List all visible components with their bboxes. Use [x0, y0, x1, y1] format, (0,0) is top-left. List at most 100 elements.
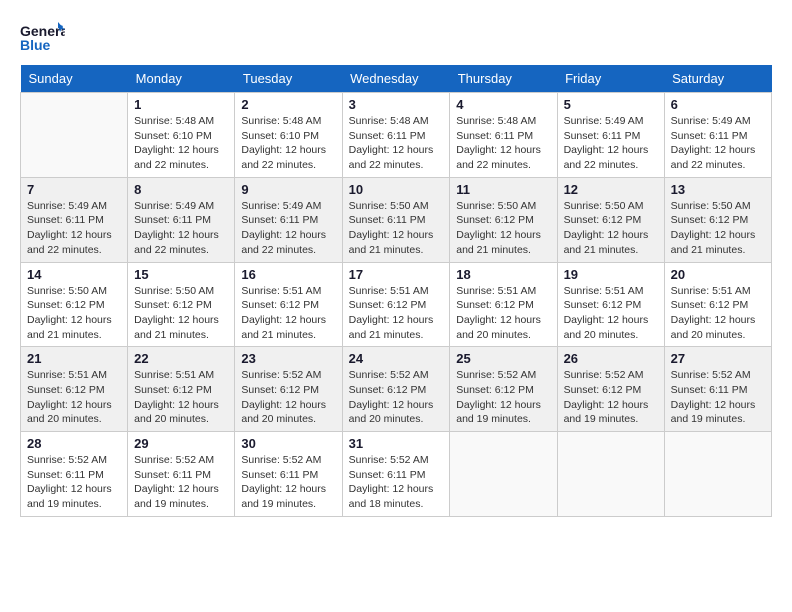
day-number: 21 — [27, 351, 121, 366]
calendar-cell: 12Sunrise: 5:50 AMSunset: 6:12 PMDayligh… — [557, 177, 664, 262]
day-number: 18 — [456, 267, 550, 282]
svg-text:Blue: Blue — [20, 37, 51, 53]
day-number: 24 — [349, 351, 444, 366]
day-info: Sunrise: 5:52 AMSunset: 6:12 PMDaylight:… — [349, 368, 444, 427]
day-info: Sunrise: 5:48 AMSunset: 6:10 PMDaylight:… — [134, 114, 228, 173]
day-info: Sunrise: 5:49 AMSunset: 6:11 PMDaylight:… — [564, 114, 658, 173]
day-number: 23 — [241, 351, 335, 366]
day-info: Sunrise: 5:51 AMSunset: 6:12 PMDaylight:… — [27, 368, 121, 427]
week-row-4: 21 Sunrise: 5:51 AMSunset: 6:12 PMDayligh… — [21, 347, 772, 432]
day-number: 1 — [134, 97, 228, 112]
day-info: Sunrise: 5:52 AMSunset: 6:11 PMDaylight:… — [671, 368, 765, 427]
week-row-1: 1 Sunrise: 5:48 AMSunset: 6:10 PMDaylight… — [21, 93, 772, 178]
day-number: 8 — [134, 182, 228, 197]
calendar-cell: 13 Sunrise: 5:50 AMSunset: 6:12 PMDayligh… — [664, 177, 771, 262]
day-info: Sunrise: 5:52 AMSunset: 6:11 PMDaylight:… — [27, 453, 121, 512]
day-number: 4 — [456, 97, 550, 112]
day-info: Sunrise: 5:51 AMSunset: 6:12 PMDaylight:… — [456, 284, 550, 343]
day-number: 22 — [134, 351, 228, 366]
calendar-cell: 8 Sunrise: 5:49 AMSunset: 6:11 PMDaylight… — [128, 177, 235, 262]
day-number: 7 — [27, 182, 121, 197]
week-row-5: 28 Sunrise: 5:52 AMSunset: 6:11 PMDayligh… — [21, 432, 772, 517]
calendar-cell: 18 Sunrise: 5:51 AMSunset: 6:12 PMDayligh… — [450, 262, 557, 347]
calendar-cell: 24 Sunrise: 5:52 AMSunset: 6:12 PMDayligh… — [342, 347, 450, 432]
day-number: 11 — [456, 182, 550, 197]
calendar-cell — [664, 432, 771, 517]
day-info: Sunrise: 5:50 AMSunset: 6:12 PMDaylight:… — [671, 199, 765, 258]
day-number: 27 — [671, 351, 765, 366]
calendar-cell: 29 Sunrise: 5:52 AMSunset: 6:11 PMDayligh… — [128, 432, 235, 517]
calendar-cell — [450, 432, 557, 517]
calendar-cell: 30 Sunrise: 5:52 AMSunset: 6:11 PMDayligh… — [235, 432, 342, 517]
calendar-cell: 10 Sunrise: 5:50 AMSunset: 6:11 PMDayligh… — [342, 177, 450, 262]
calendar-cell: 19 Sunrise: 5:51 AMSunset: 6:12 PMDayligh… — [557, 262, 664, 347]
calendar-cell: 6 Sunrise: 5:49 AMSunset: 6:11 PMDaylight… — [664, 93, 771, 178]
day-info: Sunrise: 5:50 AMSunset: 6:11 PMDaylight:… — [349, 199, 444, 258]
day-info: Sunrise: 5:48 AMSunset: 6:10 PMDaylight:… — [241, 114, 335, 173]
day-info: Sunrise: 5:51 AMSunset: 6:12 PMDaylight:… — [671, 284, 765, 343]
day-number: 9 — [241, 182, 335, 197]
day-number: 30 — [241, 436, 335, 451]
calendar-cell: 9 Sunrise: 5:49 AMSunset: 6:11 PMDaylight… — [235, 177, 342, 262]
day-number: 26 — [564, 351, 658, 366]
calendar-cell: 7 Sunrise: 5:49 AMSunset: 6:11 PMDaylight… — [21, 177, 128, 262]
day-info: Sunrise: 5:52 AMSunset: 6:12 PMDaylight:… — [564, 368, 658, 427]
calendar-cell: 5 Sunrise: 5:49 AMSunset: 6:11 PMDaylight… — [557, 93, 664, 178]
day-number: 14 — [27, 267, 121, 282]
day-info: Sunrise: 5:52 AMSunset: 6:11 PMDaylight:… — [134, 453, 228, 512]
day-info: Sunrise: 5:50 AMSunset: 6:12 PMDaylight:… — [456, 199, 550, 258]
calendar-cell: 27 Sunrise: 5:52 AMSunset: 6:11 PMDayligh… — [664, 347, 771, 432]
day-number: 28 — [27, 436, 121, 451]
day-info: Sunrise: 5:50 AMSunset: 6:12 PMDaylight:… — [134, 284, 228, 343]
calendar-cell: 28 Sunrise: 5:52 AMSunset: 6:11 PMDayligh… — [21, 432, 128, 517]
calendar-cell: 14 Sunrise: 5:50 AMSunset: 6:12 PMDayligh… — [21, 262, 128, 347]
day-info: Sunrise: 5:48 AMSunset: 6:11 PMDaylight:… — [349, 114, 444, 173]
calendar-cell: 22 Sunrise: 5:51 AMSunset: 6:12 PMDayligh… — [128, 347, 235, 432]
day-info: Sunrise: 5:49 AMSunset: 6:11 PMDaylight:… — [241, 199, 335, 258]
calendar-cell: 15Sunrise: 5:50 AMSunset: 6:12 PMDayligh… — [128, 262, 235, 347]
calendar-cell: 21 Sunrise: 5:51 AMSunset: 6:12 PMDayligh… — [21, 347, 128, 432]
day-number: 16 — [241, 267, 335, 282]
calendar-cell — [557, 432, 664, 517]
day-number: 5 — [564, 97, 658, 112]
day-number: 13 — [671, 182, 765, 197]
calendar-cell: 26 Sunrise: 5:52 AMSunset: 6:12 PMDayligh… — [557, 347, 664, 432]
calendar-cell: 31Sunrise: 5:52 AMSunset: 6:11 PMDayligh… — [342, 432, 450, 517]
day-number: 20 — [671, 267, 765, 282]
day-number: 12 — [564, 182, 658, 197]
day-number: 2 — [241, 97, 335, 112]
day-info: Sunrise: 5:51 AMSunset: 6:12 PMDaylight:… — [564, 284, 658, 343]
calendar-cell: 1 Sunrise: 5:48 AMSunset: 6:10 PMDaylight… — [128, 93, 235, 178]
day-number: 3 — [349, 97, 444, 112]
day-info: Sunrise: 5:50 AMSunset: 6:12 PMDaylight:… — [27, 284, 121, 343]
calendar-cell: 25Sunrise: 5:52 AMSunset: 6:12 PMDayligh… — [450, 347, 557, 432]
day-number: 6 — [671, 97, 765, 112]
day-info: Sunrise: 5:49 AMSunset: 6:11 PMDaylight:… — [671, 114, 765, 173]
day-info: Sunrise: 5:49 AMSunset: 6:11 PMDaylight:… — [27, 199, 121, 258]
day-info: Sunrise: 5:52 AMSunset: 6:12 PMDaylight:… — [241, 368, 335, 427]
day-number: 10 — [349, 182, 444, 197]
weekday-header-monday: Monday — [128, 65, 235, 93]
calendar-cell: 23 Sunrise: 5:52 AMSunset: 6:12 PMDayligh… — [235, 347, 342, 432]
week-row-3: 14 Sunrise: 5:50 AMSunset: 6:12 PMDayligh… — [21, 262, 772, 347]
calendar-cell: 2 Sunrise: 5:48 AMSunset: 6:10 PMDaylight… — [235, 93, 342, 178]
day-number: 19 — [564, 267, 658, 282]
day-info: Sunrise: 5:52 AMSunset: 6:12 PMDaylight:… — [456, 368, 550, 427]
calendar-cell: 4 Sunrise: 5:48 AMSunset: 6:11 PMDaylight… — [450, 93, 557, 178]
day-info: Sunrise: 5:51 AMSunset: 6:12 PMDaylight:… — [349, 284, 444, 343]
weekday-header-thursday: Thursday — [450, 65, 557, 93]
page-header: General Blue — [20, 20, 772, 55]
day-info: Sunrise: 5:49 AMSunset: 6:11 PMDaylight:… — [134, 199, 228, 258]
day-info: Sunrise: 5:48 AMSunset: 6:11 PMDaylight:… — [456, 114, 550, 173]
weekday-header-tuesday: Tuesday — [235, 65, 342, 93]
calendar-cell: 11 Sunrise: 5:50 AMSunset: 6:12 PMDayligh… — [450, 177, 557, 262]
weekday-header-sunday: Sunday — [21, 65, 128, 93]
calendar-cell — [21, 93, 128, 178]
day-info: Sunrise: 5:52 AMSunset: 6:11 PMDaylight:… — [241, 453, 335, 512]
week-row-2: 7 Sunrise: 5:49 AMSunset: 6:11 PMDaylight… — [21, 177, 772, 262]
day-number: 29 — [134, 436, 228, 451]
weekday-header-wednesday: Wednesday — [342, 65, 450, 93]
logo-icon: General Blue — [20, 20, 65, 55]
calendar-cell: 3 Sunrise: 5:48 AMSunset: 6:11 PMDaylight… — [342, 93, 450, 178]
day-info: Sunrise: 5:51 AMSunset: 6:12 PMDaylight:… — [134, 368, 228, 427]
